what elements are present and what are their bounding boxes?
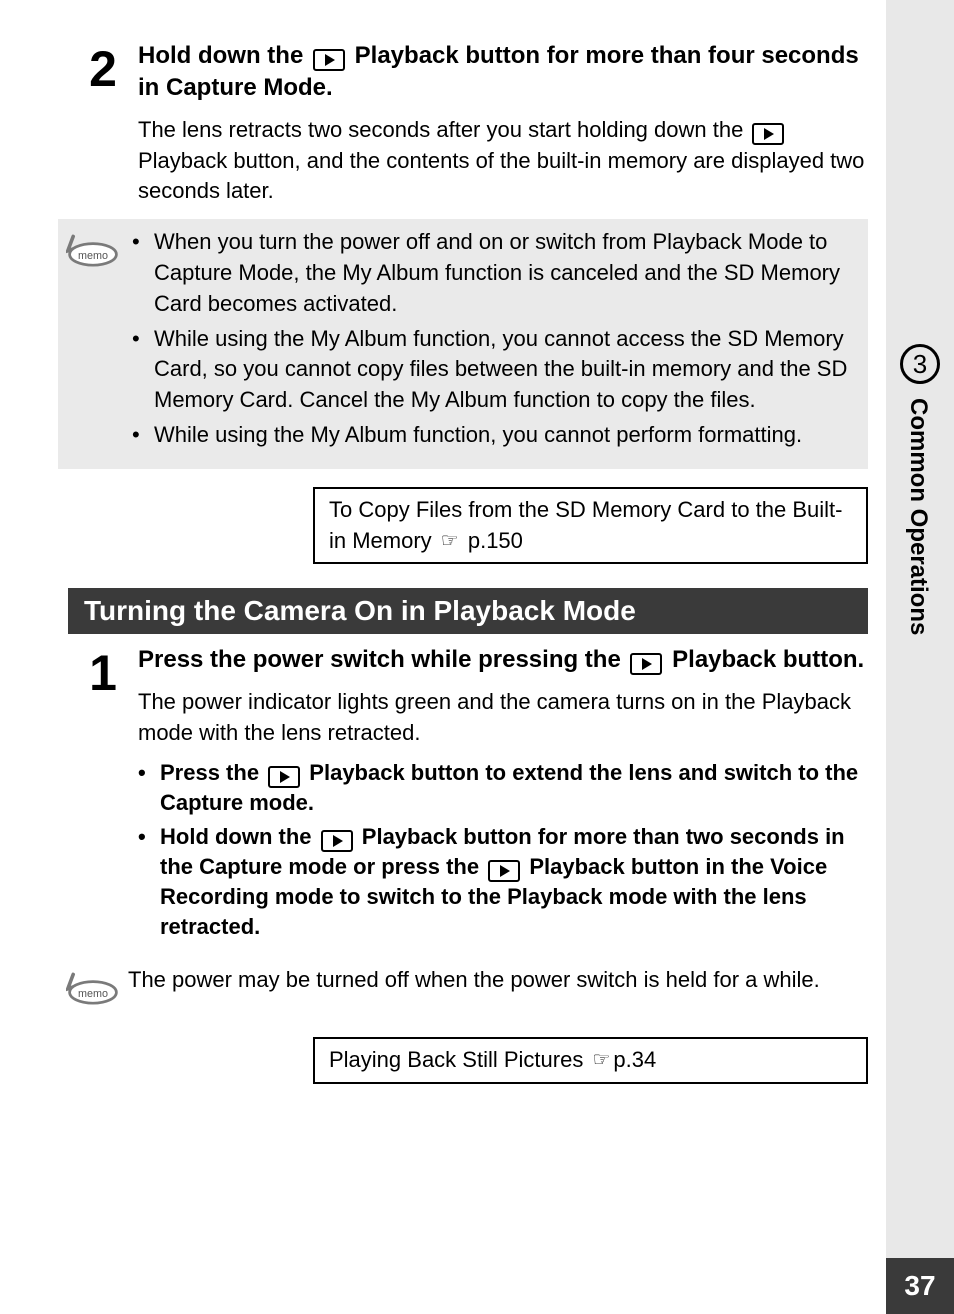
text: p.34 xyxy=(613,1047,656,1072)
text: Playback button, and the contents of the… xyxy=(138,148,864,204)
step-heading: Hold down the Playback button for more t… xyxy=(138,40,868,105)
manual-page: 37 3 Common Operations 2 Hold down the P… xyxy=(0,0,954,1314)
memo-icon: memo xyxy=(58,965,128,1005)
memo-item: When you turn the power off and on or sw… xyxy=(132,227,850,319)
svg-text:memo: memo xyxy=(78,250,108,262)
memo-block: memo When you turn the power off and on … xyxy=(58,219,868,469)
step-heading: Press the power switch while pressing th… xyxy=(138,644,868,676)
memo-block: memo The power may be turned off when th… xyxy=(58,957,868,1019)
step-paragraph: The power indicator lights green and the… xyxy=(138,687,868,749)
page-content: 2 Hold down the Playback button for more… xyxy=(68,40,868,1108)
text: Playing Back Still Pictures xyxy=(329,1047,589,1072)
bold-bullet-list: Press the Playback button to extend the … xyxy=(138,758,868,941)
svg-text:memo: memo xyxy=(78,988,108,1000)
step-number: 1 xyxy=(68,648,138,698)
chapter-number-badge: 3 xyxy=(900,344,940,384)
playback-icon xyxy=(268,766,300,788)
step-paragraph: The lens retracts two seconds after you … xyxy=(138,115,868,207)
playback-icon xyxy=(752,123,784,145)
text: Hold down the xyxy=(160,824,318,849)
text: p.150 xyxy=(462,528,523,553)
text: To Copy Files from the SD Memory Card to… xyxy=(329,497,843,553)
playback-icon xyxy=(321,830,353,852)
page-number-tab: 37 xyxy=(886,1258,954,1314)
section-header: Turning the Camera On in Playback Mode xyxy=(68,588,868,634)
playback-icon xyxy=(313,49,345,71)
pointer-icon: ☞ xyxy=(441,530,459,552)
memo-body: The power may be turned off when the pow… xyxy=(128,965,850,996)
pointer-icon: ☞ xyxy=(592,1049,610,1071)
memo-body: When you turn the power off and on or sw… xyxy=(128,227,850,455)
text: Press the power switch while pressing th… xyxy=(138,646,627,673)
memo-item: While using the My Album function, you c… xyxy=(132,420,850,451)
text: The lens retracts two seconds after you … xyxy=(138,117,749,142)
step-1: 1 Press the power switch while pressing … xyxy=(68,644,868,955)
list-item: Hold down the Playback button for more t… xyxy=(138,822,868,941)
cross-reference-box: Playing Back Still Pictures ☞p.34 xyxy=(313,1037,868,1084)
side-strip xyxy=(886,0,954,1314)
list-item: Press the Playback button to extend the … xyxy=(138,758,868,818)
step-number: 2 xyxy=(68,44,138,94)
memo-item: While using the My Album function, you c… xyxy=(132,324,850,416)
text: Press the xyxy=(160,760,265,785)
text: Playback button. xyxy=(672,646,864,673)
playback-icon xyxy=(630,653,662,675)
playback-icon xyxy=(488,860,520,882)
chapter-title: Common Operations xyxy=(904,398,932,635)
memo-icon: memo xyxy=(58,227,128,267)
text: Hold down the xyxy=(138,42,310,69)
step-2: 2 Hold down the Playback button for more… xyxy=(68,40,868,217)
cross-reference-box: To Copy Files from the SD Memory Card to… xyxy=(313,487,868,565)
